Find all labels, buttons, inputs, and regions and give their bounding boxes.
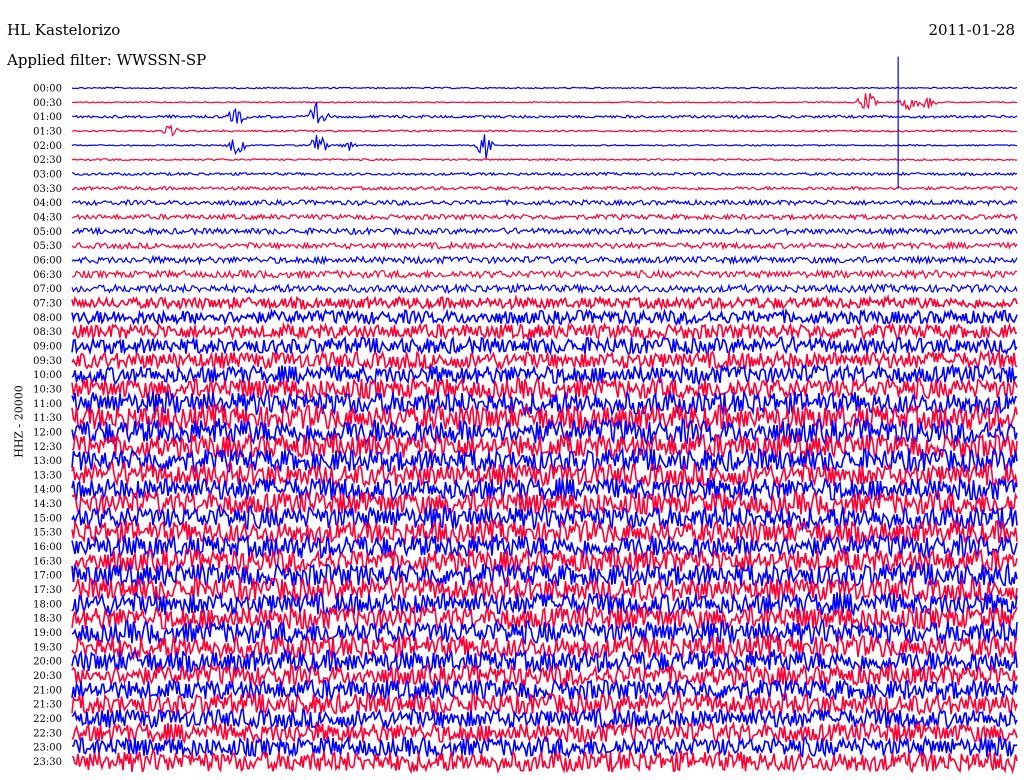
time-label: 17:00: [33, 571, 62, 582]
time-label: 03:00: [33, 169, 62, 180]
trace-0330: [71, 185, 1018, 192]
time-label: 14:30: [33, 499, 62, 510]
time-label: 14:00: [33, 485, 62, 496]
trace-0430: [71, 212, 1018, 222]
trace-0900: [71, 335, 1018, 356]
time-label: 11:00: [33, 399, 62, 410]
trace-0300: [71, 171, 1018, 177]
time-label: 19:00: [33, 628, 62, 639]
time-label: 21:30: [33, 700, 62, 711]
trace-1000: [71, 363, 1017, 388]
time-label: 20:00: [33, 657, 62, 668]
trace-0600: [71, 254, 1018, 266]
trace-0700: [71, 282, 1018, 295]
time-label: 02:30: [33, 155, 62, 166]
time-label: 00:00: [33, 84, 62, 95]
trace-0400: [71, 198, 1018, 207]
time-label: 22:00: [33, 714, 62, 725]
time-label: 16:00: [33, 542, 62, 553]
trace-0630: [71, 268, 1018, 281]
trace-0200: [71, 134, 1018, 159]
time-label: 13:00: [33, 456, 62, 467]
time-label: 23:00: [33, 743, 62, 754]
time-label: 01:30: [33, 126, 62, 137]
time-label: 02:00: [33, 141, 62, 152]
time-label: 05:00: [33, 227, 62, 238]
time-label: 09:00: [33, 341, 62, 352]
time-label: 12:30: [33, 442, 62, 453]
trace-0000: [71, 86, 1018, 90]
trace-2330: [71, 748, 1018, 775]
time-label: 21:00: [33, 685, 62, 696]
time-label: 17:30: [33, 585, 62, 596]
trace-0030: [71, 93, 1018, 111]
trace-0230: [71, 157, 1018, 162]
trace-0730: [71, 293, 1018, 312]
trace-0100: [72, 100, 1018, 125]
time-label: 12:00: [33, 427, 62, 438]
time-label: 08:00: [33, 313, 62, 324]
time-label: 03:30: [33, 184, 62, 195]
time-label: 11:30: [33, 413, 62, 424]
trace-0530: [71, 240, 1018, 251]
trace-0830: [71, 321, 1018, 343]
time-label: 10:30: [33, 384, 62, 395]
helicorder-plot: 00:00 00:30 01:00 01:30 02:00 02:30 03:00 03:30…: [33, 56, 1018, 775]
trace-0130: [71, 124, 1018, 137]
trace-0800: [71, 307, 1018, 328]
time-label: 06:00: [33, 255, 62, 266]
time-label: 08:30: [33, 327, 62, 338]
time-label: 19:30: [33, 642, 62, 653]
trace-1430: [71, 489, 1018, 517]
time-label: 04:00: [33, 198, 62, 209]
time-label: 05:30: [33, 241, 62, 252]
time-label: 00:30: [33, 98, 62, 109]
time-label: 01:00: [33, 112, 62, 123]
time-label: 18:00: [33, 599, 62, 610]
time-label: 04:30: [33, 212, 62, 223]
time-label: 20:30: [33, 671, 62, 682]
time-label: 15:00: [33, 513, 62, 524]
time-label: 22:30: [33, 728, 62, 739]
time-label: 18:30: [33, 614, 62, 625]
time-label: 15:30: [33, 528, 62, 539]
time-label: 16:30: [33, 556, 62, 567]
trace-1530: [71, 517, 1018, 546]
trace-0500: [71, 226, 1018, 237]
time-label: 07:30: [33, 298, 62, 309]
time-label: 09:30: [33, 356, 62, 367]
time-label: 10:00: [33, 370, 62, 381]
time-label: 06:30: [33, 270, 62, 281]
time-label: 13:30: [33, 470, 62, 481]
trace-0930: [71, 349, 1018, 372]
time-label: 07:00: [33, 284, 62, 295]
time-label: 23:30: [33, 757, 62, 768]
trace-2030: [71, 662, 1018, 689]
